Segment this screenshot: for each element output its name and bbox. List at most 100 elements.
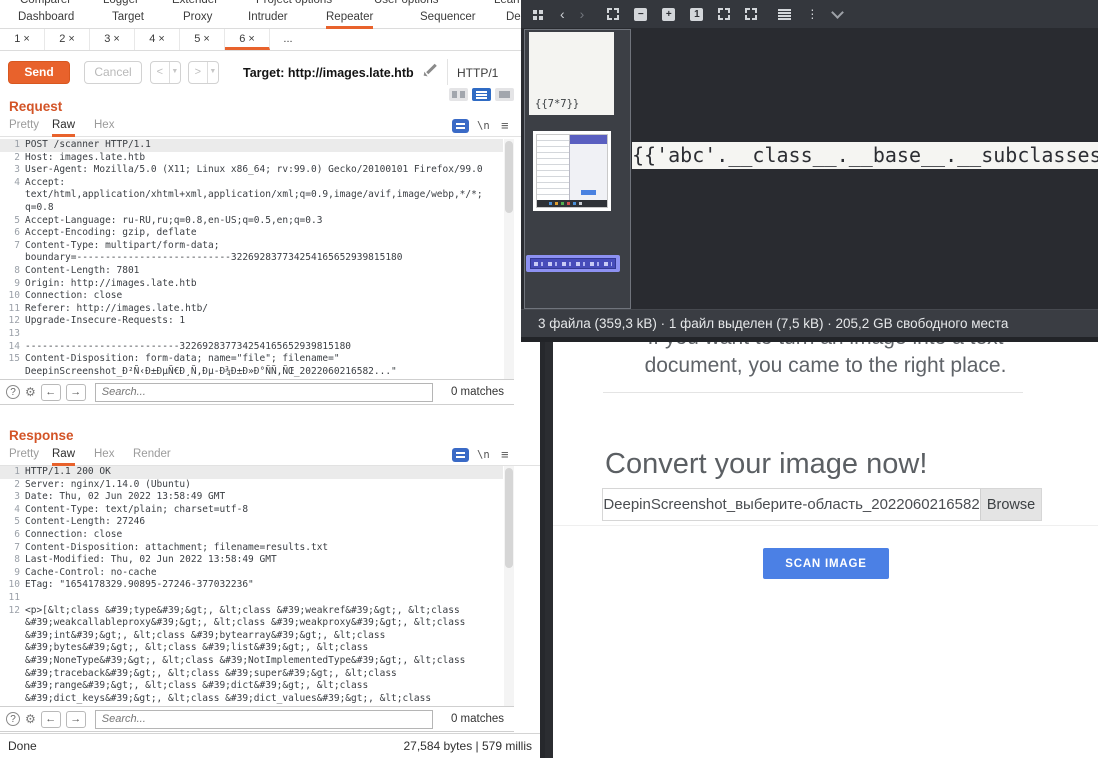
scrollbar-thumb[interactable] bbox=[505, 468, 513, 568]
repeater-tab-6[interactable]: 6 × bbox=[225, 29, 270, 50]
response-editor[interactable]: 1HTTP/1.1 200 OK 2Server: nginx/1.14.0 (… bbox=[0, 466, 503, 706]
line-text: HTTP/1.1 200 OK bbox=[25, 466, 111, 479]
forward-icon[interactable]: › bbox=[580, 7, 585, 21]
back-icon[interactable]: ‹ bbox=[560, 7, 565, 21]
menu-tab-repeater[interactable]: Repeater bbox=[326, 11, 373, 29]
fit-width-icon[interactable] bbox=[718, 8, 730, 20]
line-number: 1 bbox=[0, 139, 25, 152]
actual-size-icon[interactable]: 1 bbox=[690, 8, 703, 21]
browse-button[interactable]: Browse bbox=[980, 489, 1041, 520]
line-text: ---------------------------3226928377342… bbox=[25, 341, 351, 354]
previous-request-button[interactable]: < ▼ bbox=[150, 61, 181, 84]
request-tab-pretty[interactable]: Pretty bbox=[9, 119, 39, 134]
hamburger-menu-icon[interactable]: ≡ bbox=[501, 118, 509, 133]
list-view-icon[interactable] bbox=[778, 9, 791, 20]
menu-tab-intruder[interactable]: Intruder bbox=[248, 11, 288, 26]
gear-icon[interactable]: ⚙ bbox=[25, 385, 36, 399]
layout-single-icon[interactable] bbox=[495, 88, 514, 101]
code-line: 7Content-Type: multipart/form-data; bbox=[0, 240, 503, 253]
chevron-down-icon[interactable] bbox=[831, 6, 844, 19]
menu-tab-dashboard[interactable]: Dashboard bbox=[18, 11, 74, 26]
section-divider bbox=[603, 392, 1023, 393]
response-tab-hex[interactable]: Hex bbox=[94, 448, 114, 463]
repeater-tab-1[interactable]: 1 × bbox=[0, 29, 45, 50]
zoom-in-icon[interactable]: + bbox=[662, 8, 675, 21]
screenshot-file-thumbnail[interactable] bbox=[533, 131, 611, 211]
request-tab-raw[interactable]: Raw bbox=[52, 119, 75, 137]
next-match-icon[interactable]: → bbox=[66, 384, 86, 401]
line-text: text/html,application/xhtml+xml,applicat… bbox=[25, 189, 483, 202]
code-line: 12Upgrade-Insecure-Requests: 1 bbox=[0, 315, 503, 328]
grid-view-icon[interactable] bbox=[533, 10, 537, 14]
toolbar-divider bbox=[447, 59, 448, 85]
help-icon[interactable]: ? bbox=[6, 385, 20, 399]
request-search-input[interactable] bbox=[95, 383, 433, 402]
line-text: &#39;range&#39;&gt;, &lt;class &#39;dict… bbox=[25, 680, 368, 693]
kebab-menu-icon[interactable]: ⋮ bbox=[806, 7, 818, 21]
response-tab-raw[interactable]: Raw bbox=[52, 448, 75, 466]
response-scrollbar[interactable] bbox=[504, 466, 514, 706]
menu-tab-sequencer[interactable]: Sequencer bbox=[420, 11, 476, 26]
newline-toggle-icon[interactable]: \n bbox=[477, 449, 490, 461]
line-number: 8 bbox=[0, 554, 25, 567]
encoding-icon[interactable] bbox=[452, 119, 469, 133]
cancel-button[interactable]: Cancel bbox=[84, 61, 142, 84]
fullscreen-icon[interactable] bbox=[607, 8, 619, 20]
layout-columns-icon[interactable] bbox=[449, 88, 468, 101]
next-match-icon[interactable]: → bbox=[66, 711, 86, 728]
encoding-icon[interactable] bbox=[452, 448, 469, 462]
menu-tab-target[interactable]: Target bbox=[112, 11, 144, 26]
response-tab-render[interactable]: Render bbox=[133, 448, 171, 463]
line-number: 8 bbox=[0, 265, 25, 278]
repeater-tab-2[interactable]: 2 × bbox=[45, 29, 90, 50]
line-number bbox=[0, 642, 25, 655]
response-match-count: 0 matches bbox=[451, 713, 514, 725]
form-divider bbox=[553, 525, 1098, 526]
layout-rows-icon[interactable] bbox=[472, 88, 491, 101]
prev-match-icon[interactable]: ← bbox=[41, 384, 61, 401]
response-tab-pretty[interactable]: Pretty bbox=[9, 448, 39, 463]
help-icon[interactable]: ? bbox=[6, 712, 20, 726]
repeater-tab-5[interactable]: 5 × bbox=[180, 29, 225, 50]
selected-file-item[interactable] bbox=[526, 255, 620, 272]
menu-tab-project-options[interactable]: Project options bbox=[256, 0, 332, 6]
newline-toggle-icon[interactable]: \n bbox=[477, 120, 490, 132]
chevron-down-icon[interactable]: ▼ bbox=[169, 62, 180, 83]
hamburger-menu-icon[interactable]: ≡ bbox=[501, 447, 509, 462]
repeater-tab-3[interactable]: 3 × bbox=[90, 29, 135, 50]
repeater-tab-4[interactable]: 4 × bbox=[135, 29, 180, 50]
menu-tab-extender[interactable]: Extender bbox=[172, 0, 218, 6]
menu-tab-comparer[interactable]: Comparer bbox=[20, 0, 71, 6]
request-tab-hex[interactable]: Hex bbox=[94, 119, 114, 134]
code-line: 10Connection: close bbox=[0, 290, 503, 303]
chevron-down-icon[interactable]: ▼ bbox=[207, 62, 218, 83]
next-request-button[interactable]: > ▼ bbox=[188, 61, 219, 84]
menu-tab-learn[interactable]: Learn bbox=[494, 0, 523, 6]
zoom-out-icon[interactable]: − bbox=[634, 8, 647, 21]
burp-main-menu-row: Dashboard Target Proxy Intruder Repeater… bbox=[0, 8, 540, 29]
edit-target-pencil-icon[interactable] bbox=[424, 63, 438, 77]
send-button[interactable]: Send bbox=[8, 61, 70, 84]
response-search-input[interactable] bbox=[95, 710, 433, 729]
prev-match-icon[interactable]: ← bbox=[41, 711, 61, 728]
payload-file-thumbnail[interactable]: {{7*7}}${7*7}<%= 7*7 %>${{7*7}} bbox=[529, 32, 614, 115]
menu-tab-user-options[interactable]: User options bbox=[374, 0, 439, 6]
code-line: 15Content-Disposition: form-data; name="… bbox=[0, 353, 503, 366]
line-text: &#39;traceback&#39;&gt;, &lt;class &#39;… bbox=[25, 668, 397, 681]
payload-line: {{7*7}} bbox=[535, 95, 614, 115]
fit-window-icon[interactable] bbox=[745, 8, 757, 20]
scrollbar-thumb[interactable] bbox=[505, 141, 513, 213]
tagline-line2: document, you came to the right place. bbox=[553, 354, 1098, 378]
code-line: 11 bbox=[0, 592, 503, 605]
code-line: q=0.8 bbox=[0, 202, 503, 215]
file-input[interactable]: DeepinScreenshot_выберите-область_202206… bbox=[603, 489, 980, 520]
menu-tab-logger[interactable]: Logger bbox=[103, 0, 139, 6]
request-editor[interactable]: 1POST /scanner HTTP/1.1 2Host: images.la… bbox=[0, 139, 503, 379]
gear-icon[interactable]: ⚙ bbox=[25, 712, 36, 726]
http-version-selector[interactable]: HTTP/1 bbox=[457, 66, 498, 80]
scan-image-button[interactable]: SCAN IMAGE bbox=[763, 548, 889, 579]
repeater-tab-more[interactable]: ... bbox=[270, 29, 306, 50]
request-scrollbar[interactable] bbox=[504, 139, 514, 379]
line-text: Accept-Language: ru-RU,ru;q=0.8,en-US;q=… bbox=[25, 215, 322, 228]
menu-tab-proxy[interactable]: Proxy bbox=[183, 11, 212, 26]
